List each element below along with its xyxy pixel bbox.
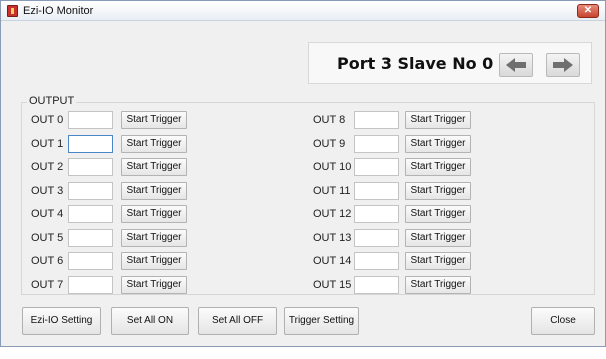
window-title: Ezi-IO Monitor — [23, 5, 94, 17]
output-value-field[interactable] — [354, 181, 399, 200]
output-value-field[interactable] — [354, 205, 399, 223]
output-label: OUT 10 — [313, 161, 352, 173]
output-label: OUT 13 — [313, 231, 352, 244]
output-label: OUT 14 — [313, 255, 352, 267]
output-label: OUT 12 — [313, 208, 352, 220]
output-row: OUT 15 Start Trigger — [1, 275, 601, 294]
ezi-io-setting-button[interactable]: Ezi-IO Setting — [22, 307, 101, 335]
start-trigger-button[interactable]: Start Trigger — [405, 111, 471, 129]
output-value-field[interactable] — [354, 252, 399, 270]
output-label: OUT 15 — [313, 278, 352, 291]
set-all-off-button[interactable]: Set All OFF — [198, 307, 277, 335]
output-row: OUT 13 Start Trigger — [1, 228, 601, 247]
output-row: OUT 12 Start Trigger — [1, 205, 601, 223]
output-row: OUT 8 Start Trigger — [1, 111, 601, 129]
app-icon — [7, 5, 18, 17]
arrow-left-icon — [506, 58, 526, 72]
output-label: OUT 9 — [313, 137, 346, 150]
start-trigger-button[interactable]: Start Trigger — [405, 158, 471, 176]
start-trigger-button[interactable]: Start Trigger — [405, 252, 471, 270]
window-close-button[interactable]: ✕ — [577, 4, 599, 18]
output-value-field[interactable] — [354, 158, 399, 176]
next-slave-button[interactable] — [546, 53, 580, 77]
output-label: OUT 11 — [313, 184, 351, 197]
output-value-field[interactable] — [354, 228, 399, 247]
start-trigger-button[interactable]: Start Trigger — [405, 228, 471, 247]
output-row: OUT 14 Start Trigger — [1, 252, 601, 270]
port-slave-label: Port 3 Slave No 0 — [337, 54, 494, 73]
output-value-field[interactable] — [354, 275, 399, 294]
port-panel: Port 3 Slave No 0 — [308, 42, 592, 84]
output-group-label: OUTPUT — [27, 95, 77, 107]
output-label: OUT 8 — [313, 114, 346, 126]
ezi-io-monitor-window: Ezi-IO Monitor ✕ Port 3 Slave No 0 OUTPU… — [0, 0, 606, 347]
arrow-right-icon — [553, 58, 573, 72]
prev-slave-button[interactable] — [499, 53, 533, 77]
trigger-setting-button[interactable]: Trigger Setting — [284, 307, 359, 335]
output-row: OUT 9 Start Trigger — [1, 134, 601, 153]
start-trigger-button[interactable]: Start Trigger — [405, 275, 471, 294]
output-row: OUT 10 Start Trigger — [1, 158, 601, 176]
close-button[interactable]: Close — [531, 307, 595, 335]
output-value-field[interactable] — [354, 134, 399, 153]
title-bar[interactable]: Ezi-IO Monitor ✕ — [1, 1, 605, 21]
start-trigger-button[interactable]: Start Trigger — [405, 134, 471, 153]
set-all-on-button[interactable]: Set All ON — [111, 307, 189, 335]
output-row: OUT 11 Start Trigger — [1, 181, 601, 200]
start-trigger-button[interactable]: Start Trigger — [405, 181, 471, 200]
output-value-field[interactable] — [354, 111, 399, 129]
start-trigger-button[interactable]: Start Trigger — [405, 205, 471, 223]
